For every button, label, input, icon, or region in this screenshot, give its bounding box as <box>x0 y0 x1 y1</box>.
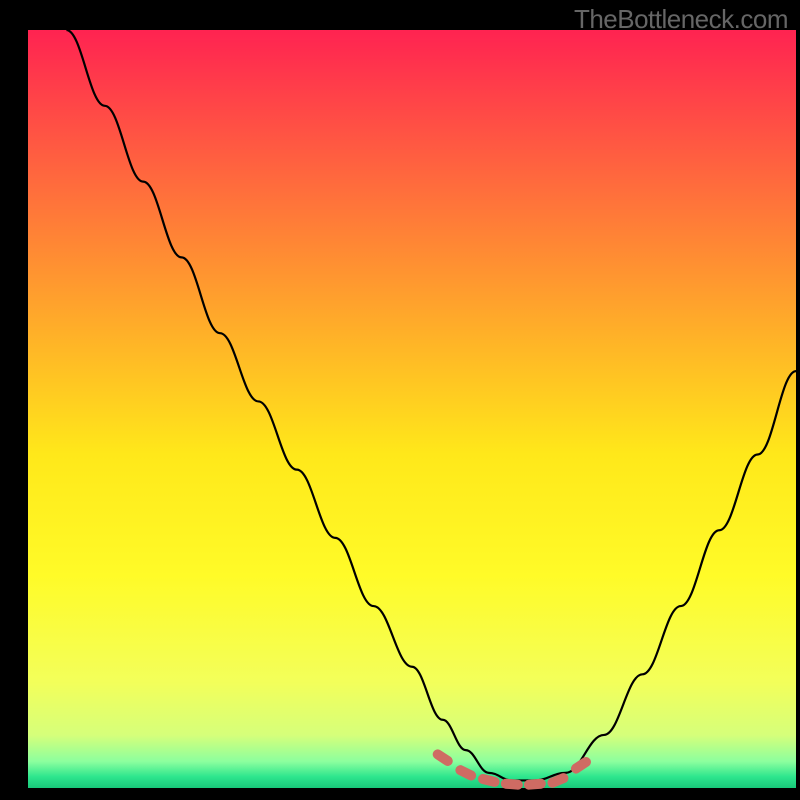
chart-stage: TheBottleneck.com <box>0 0 800 800</box>
watermark-text: TheBottleneck.com <box>574 4 788 35</box>
bottleneck-chart <box>0 0 800 800</box>
plot-area <box>28 30 796 788</box>
